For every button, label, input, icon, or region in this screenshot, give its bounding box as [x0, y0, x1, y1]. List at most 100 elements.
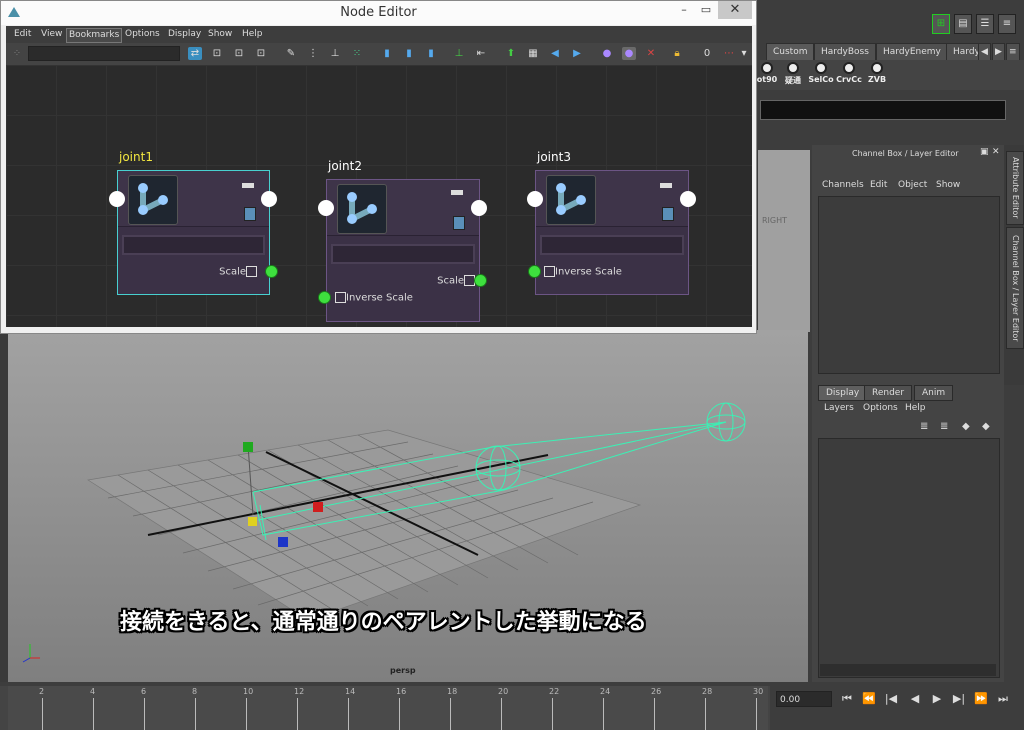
view-cube-label[interactable]: RIGHT: [762, 216, 787, 225]
node-search-input[interactable]: [28, 46, 180, 61]
attr-inverse-scale-input[interactable]: Inverse Scale: [335, 292, 413, 304]
attr-scale-output[interactable]: Scale: [437, 275, 475, 287]
panel-close-icon[interactable]: ✕: [992, 147, 1000, 157]
new-layer-selected-icon[interactable]: ≣: [940, 421, 948, 432]
graph-outputs-icon[interactable]: ⊡: [232, 47, 246, 60]
layout-icon[interactable]: ⊞: [932, 14, 950, 34]
play-forward-icon[interactable]: ▶: [930, 692, 944, 706]
shelf-scroll-left-icon[interactable]: ◀: [978, 43, 991, 61]
attr-inverse-scale-input[interactable]: Inverse Scale: [544, 266, 622, 278]
tab-channel-box[interactable]: Channel Box / Layer Editor: [1006, 227, 1024, 349]
shelf-tab-hardyenemy[interactable]: HardyEnemy: [876, 43, 948, 61]
layout-icon[interactable]: ⁙: [350, 47, 364, 60]
joint2-output-port[interactable]: [471, 200, 487, 216]
full-mode-icon[interactable]: ▮: [424, 47, 438, 60]
current-time-field[interactable]: 0.00: [776, 691, 832, 707]
clear-graph-icon[interactable]: ⊡: [254, 47, 268, 60]
move-y-handle[interactable]: [243, 442, 253, 452]
add-selected-icon[interactable]: ✎: [284, 47, 298, 60]
menu-channels[interactable]: Channels: [822, 180, 864, 190]
rearrange-graph-icon[interactable]: ⊥: [328, 47, 342, 60]
channel-box-icon[interactable]: ≡: [998, 14, 1016, 34]
shapes-icon[interactable]: ●: [600, 47, 614, 60]
shelf-button-selco[interactable]: SelCo: [808, 62, 834, 84]
joint2-input-port[interactable]: [318, 200, 334, 216]
layer-move-down-icon[interactable]: ◆: [982, 421, 990, 432]
command-line-input[interactable]: [760, 100, 1006, 120]
frame-icon[interactable]: ⇤: [474, 47, 488, 60]
maximize-icon[interactable]: ▭: [696, 3, 716, 17]
prev-bookmark-icon[interactable]: ◀: [548, 47, 562, 60]
shelf-tab-custom[interactable]: Custom: [766, 43, 815, 61]
node-attr-filter-field[interactable]: [540, 235, 684, 255]
node-joint3[interactable]: Inverse Scale: [535, 170, 689, 295]
move-z-handle[interactable]: [278, 537, 288, 547]
menu-edit[interactable]: Edit: [12, 28, 33, 41]
bookmark-icon[interactable]: ⬆: [504, 47, 518, 60]
menu-display[interactable]: Display: [166, 28, 203, 41]
graph-inputs-icon[interactable]: ⊡: [210, 47, 224, 60]
channel-box-area[interactable]: [818, 196, 1000, 374]
attr-scale-output[interactable]: Scale: [219, 266, 257, 278]
joint3-output-port[interactable]: [680, 191, 696, 207]
shelf-tab-hardyboss[interactable]: HardyBoss: [814, 43, 876, 61]
joint3-inverse-scale-port[interactable]: [528, 265, 541, 278]
shelf-button-zvb[interactable]: ZVB: [864, 62, 890, 84]
graph-input-output-icon[interactable]: ⇄: [188, 47, 202, 60]
menu-view[interactable]: View: [39, 28, 64, 41]
tab-display[interactable]: Display: [818, 385, 868, 401]
additive-icon[interactable]: ✕: [644, 47, 658, 60]
joint1-output-port[interactable]: [261, 191, 277, 207]
shelf-scroll-right-icon[interactable]: ▶: [992, 43, 1005, 61]
joint1-input-port[interactable]: [109, 191, 125, 207]
step-forward-key-icon[interactable]: ▶|: [952, 692, 966, 706]
menu-options[interactable]: Options: [863, 403, 898, 413]
close-icon[interactable]: ✕: [718, 1, 752, 19]
tool-settings-icon[interactable]: ☰: [976, 14, 994, 34]
menu-options[interactable]: Options: [123, 28, 162, 41]
panel-float-icon[interactable]: ▣: [980, 147, 989, 157]
joint2-scale-output-port[interactable]: [474, 274, 487, 287]
minimize-icon[interactable]: –: [674, 3, 694, 17]
menu-object[interactable]: Object: [898, 180, 927, 190]
node-attr-filter-field[interactable]: [122, 235, 265, 255]
toolbar-scroll-icon[interactable]: ▾: [740, 47, 748, 60]
node-attr-filter-field[interactable]: [331, 244, 475, 264]
joint1-scale-output-port[interactable]: [265, 265, 278, 278]
joint3-input-port[interactable]: [527, 191, 543, 207]
shelf-button-ot90[interactable]: ot90: [754, 62, 780, 84]
zero-icon[interactable]: 0: [700, 47, 714, 60]
remove-selected-icon[interactable]: ⋮: [306, 47, 320, 60]
tab-render[interactable]: Render: [864, 385, 913, 401]
menu-show[interactable]: Show: [206, 28, 234, 41]
swatches-icon[interactable]: ●: [622, 47, 636, 60]
lock-icon[interactable]: 🔒︎: [670, 47, 684, 60]
menu-layers[interactable]: Layers: [824, 403, 854, 413]
move-x-handle[interactable]: [313, 502, 323, 512]
shelf-menu-icon[interactable]: ≡: [1006, 43, 1020, 61]
menu-bookmarks[interactable]: Bookmarks: [66, 28, 123, 43]
node-joint2[interactable]: Scale Inverse Scale: [326, 179, 480, 322]
next-bookmark-icon[interactable]: ▶: [570, 47, 584, 60]
go-to-start-icon[interactable]: ⏮: [840, 692, 854, 706]
menu-edit[interactable]: Edit: [870, 180, 887, 190]
tab-anim[interactable]: Anim: [914, 385, 954, 401]
dots-icon[interactable]: ⋯: [722, 47, 736, 60]
bookmark-list-icon[interactable]: ▦: [526, 47, 540, 60]
attribute-editor-icon[interactable]: ▤: [954, 14, 972, 34]
menu-help[interactable]: Help: [905, 403, 926, 413]
tab-attribute-editor[interactable]: Attribute Editor: [1006, 151, 1024, 225]
menu-show[interactable]: Show: [936, 180, 960, 190]
node-joint1[interactable]: Scale: [117, 170, 270, 295]
layer-list[interactable]: [818, 438, 1000, 678]
layer-scrollbar[interactable]: [820, 664, 996, 676]
connected-mode-icon[interactable]: ▮: [402, 47, 416, 60]
layer-move-up-icon[interactable]: ◆: [962, 421, 970, 432]
simple-mode-icon[interactable]: ▮: [380, 47, 394, 60]
pin-icon[interactable]: ⊥: [452, 47, 466, 60]
shelf-button-crvcc[interactable]: CrvCc: [836, 62, 862, 84]
filter-icon[interactable]: ⁘: [10, 47, 24, 60]
step-back-key-icon[interactable]: |◀: [884, 692, 898, 706]
joint2-inverse-scale-port[interactable]: [318, 291, 331, 304]
step-back-icon[interactable]: ⏪: [862, 692, 876, 706]
